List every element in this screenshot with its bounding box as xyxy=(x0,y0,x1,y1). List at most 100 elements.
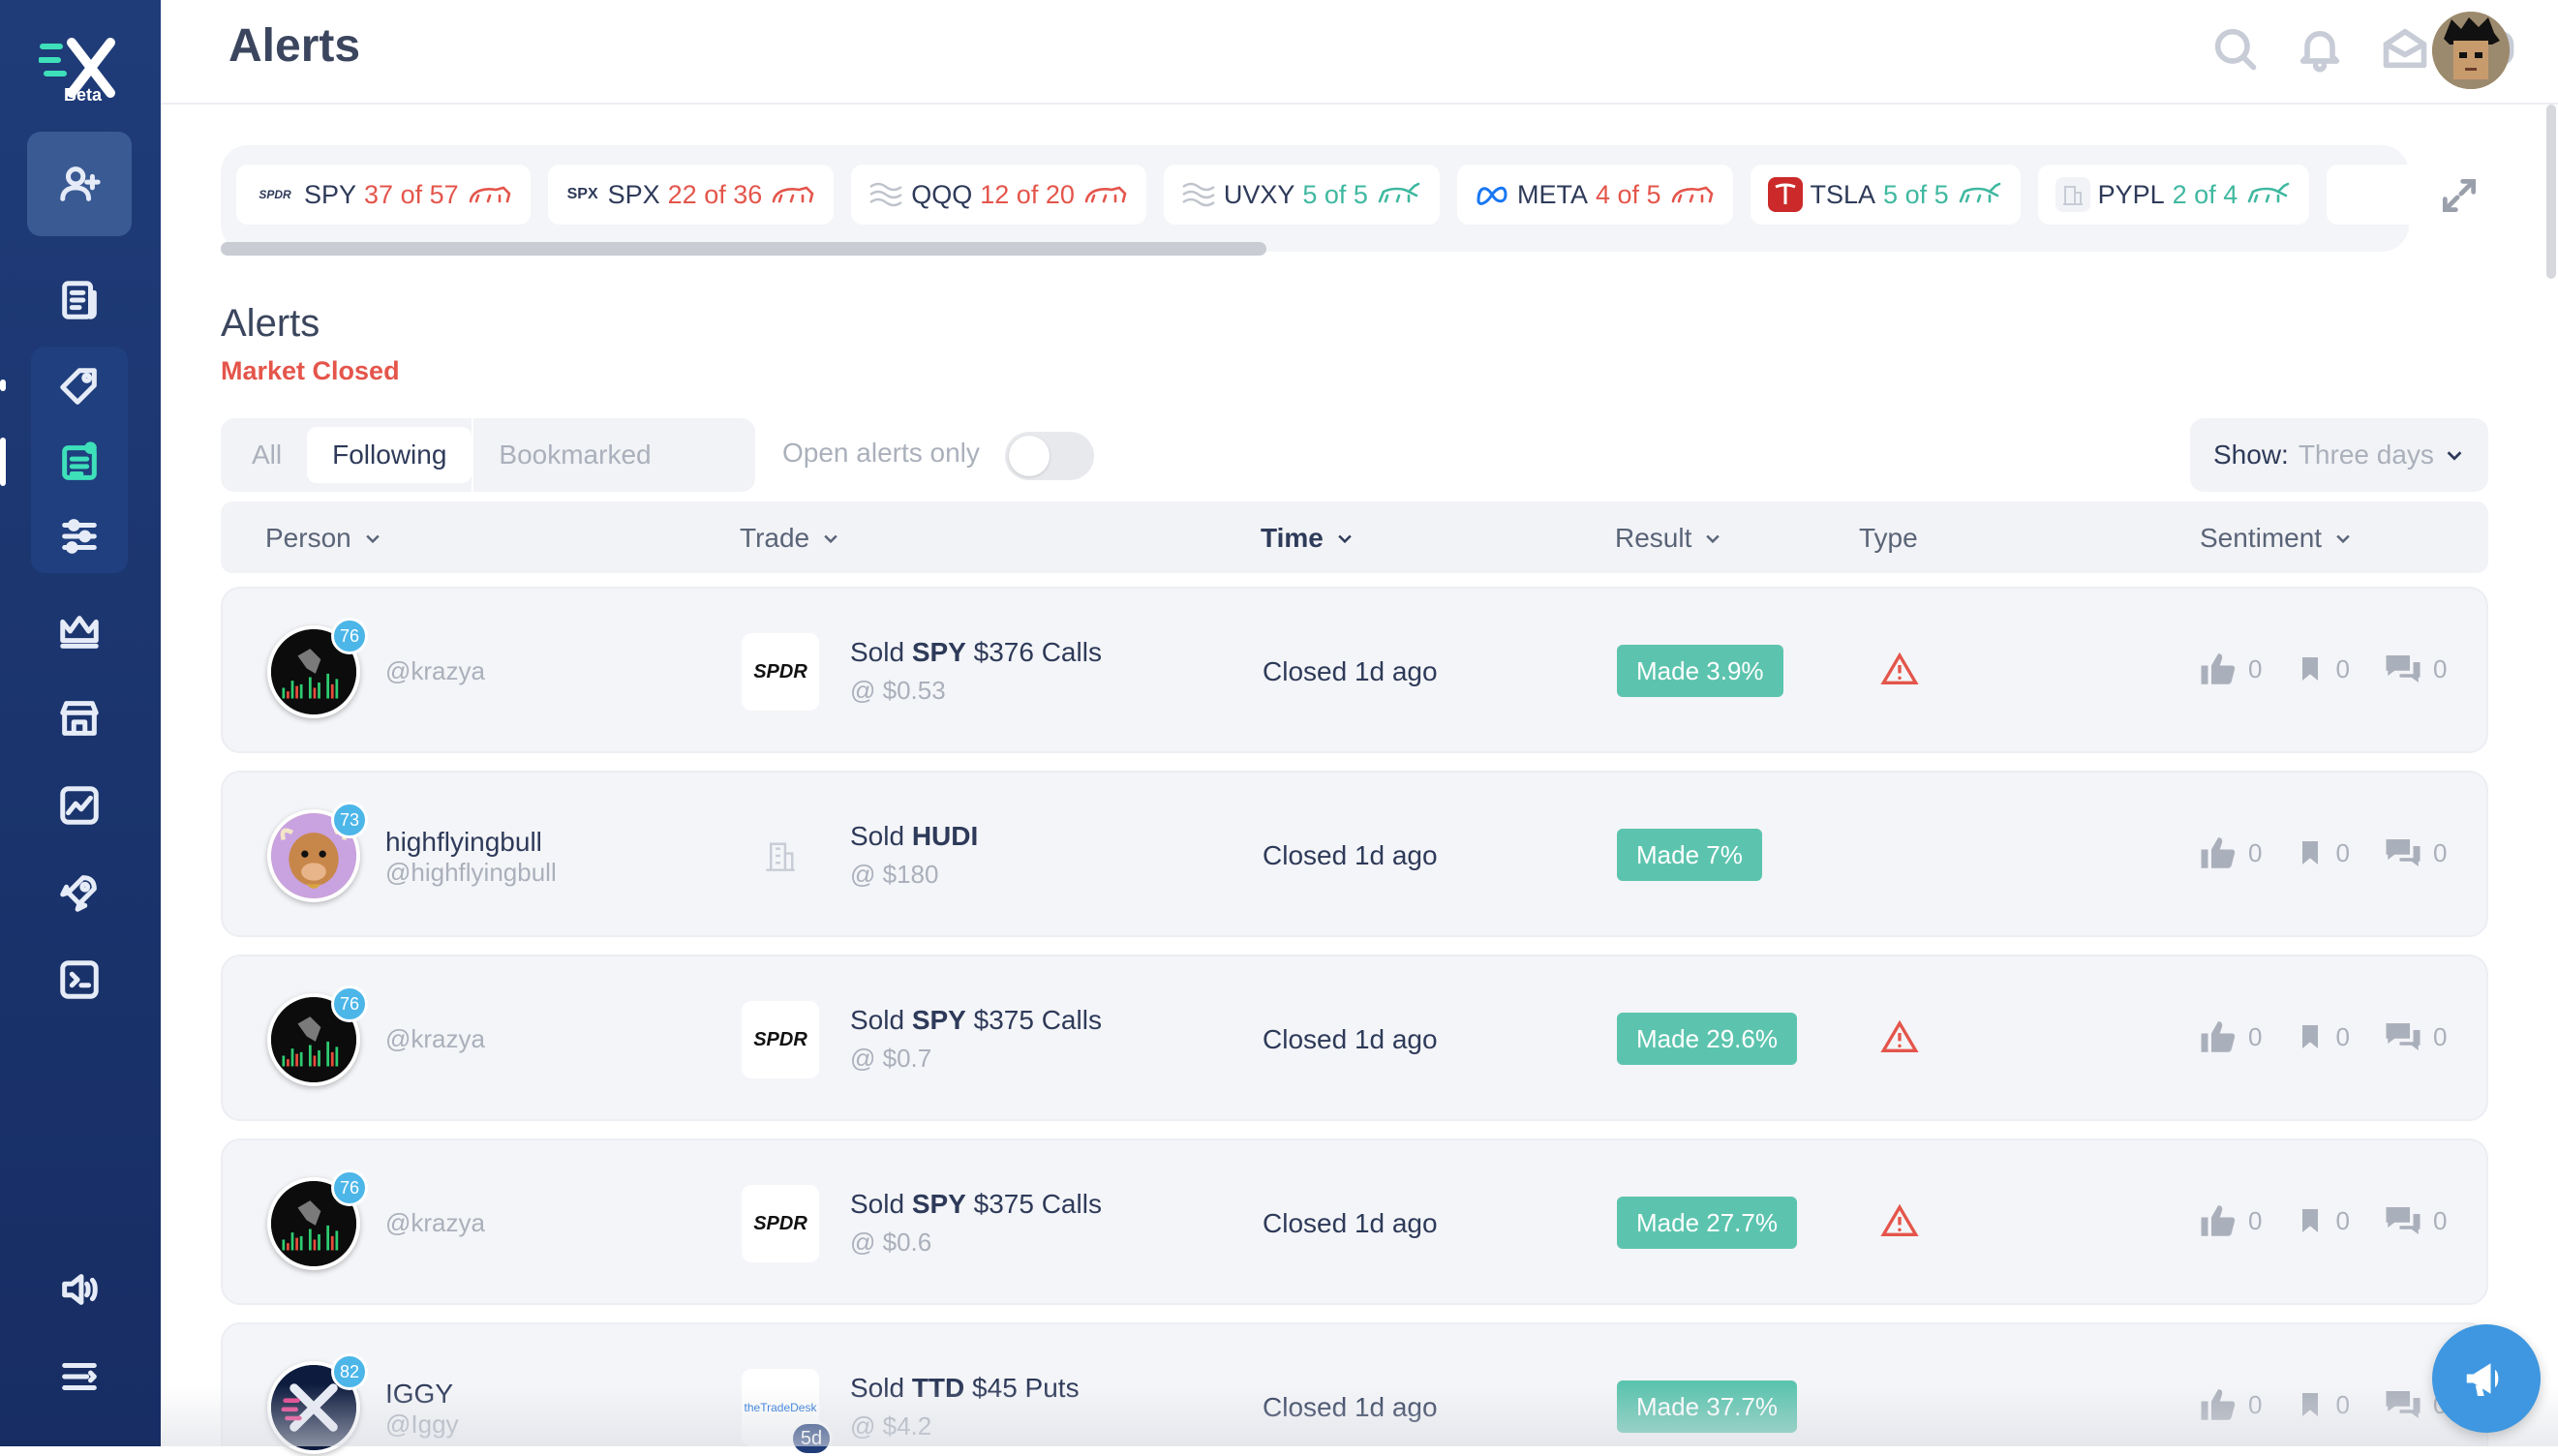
trade-symbol: TTD xyxy=(911,1373,965,1403)
ticker-count: 2 of 4 xyxy=(2172,179,2238,209)
chevron-down-icon xyxy=(2447,451,2462,461)
thumbs-up-icon[interactable] xyxy=(2198,1016,2238,1057)
table-row[interactable]: 82 IGGY @Iggy theTradeDesk 5d Sold TTD $… xyxy=(221,1322,2488,1456)
like-count: 0 xyxy=(2248,653,2263,683)
column-result[interactable]: Result xyxy=(1615,523,1722,554)
person-handle[interactable]: @highflyingbull xyxy=(385,858,557,888)
trade-description[interactable]: Sold SPY $375 Calls xyxy=(850,1189,1102,1220)
search-icon xyxy=(2214,28,2257,71)
thumbs-up-icon[interactable] xyxy=(2198,1384,2238,1425)
chart-line-icon xyxy=(60,786,99,825)
trade-description[interactable]: Sold SPY $375 Calls xyxy=(850,1005,1102,1036)
comments-icon[interactable] xyxy=(2383,1200,2423,1241)
thumbs-up-icon[interactable] xyxy=(2198,833,2238,873)
ticker-chip-meta[interactable]: META 4 of 5 xyxy=(1456,165,1733,225)
bookmark-icon[interactable] xyxy=(2295,833,2326,873)
like-count: 0 xyxy=(2248,1021,2263,1051)
bookmark-icon[interactable] xyxy=(2295,1384,2326,1425)
person-handle[interactable]: @krazya xyxy=(385,656,485,686)
score-badge: 76 xyxy=(331,986,368,1022)
table-row[interactable]: 76 @krazya SPDR Sold SPY $375 Calls @ $0… xyxy=(221,1138,2488,1305)
trade-price: @ $0.6 xyxy=(850,1228,932,1257)
chevron-down-icon xyxy=(366,534,380,544)
table-row[interactable]: 73 highflyingbull @highflyingbull Sold H… xyxy=(221,771,2488,937)
page-scrollbar[interactable] xyxy=(2546,105,2556,279)
ticker-count: 22 of 36 xyxy=(667,179,763,209)
notifications-button[interactable] xyxy=(2293,21,2347,76)
tab-all[interactable]: All xyxy=(227,427,307,483)
result-badge: Made 7% xyxy=(1617,829,1762,881)
trade-description[interactable]: Sold SPY $376 Calls xyxy=(850,637,1102,668)
trade-price: @ $0.53 xyxy=(850,676,946,705)
column-label: Trade xyxy=(740,523,810,553)
tab-following[interactable]: Following xyxy=(307,427,472,483)
comments-icon[interactable] xyxy=(2383,649,2423,689)
thumbs-up-icon[interactable] xyxy=(2198,1200,2238,1241)
column-trade[interactable]: Trade xyxy=(740,523,840,554)
comments-icon[interactable] xyxy=(2383,1016,2423,1057)
bookmark-icon[interactable] xyxy=(2295,1200,2326,1241)
ticker-chip-qqq[interactable]: QQQ 12 of 20 xyxy=(851,165,1146,225)
ticker-chip-tsla[interactable]: TSLA 5 of 5 xyxy=(1750,165,2021,225)
person-name[interactable]: IGGY xyxy=(385,1379,453,1410)
trade-contract: $45 Puts xyxy=(972,1373,1080,1403)
add-user-button[interactable] xyxy=(27,132,132,236)
tesla-logo-icon xyxy=(1767,177,1803,212)
comments-icon[interactable] xyxy=(2383,833,2423,873)
trade-action: Sold xyxy=(850,1373,905,1403)
score-badge: 82 xyxy=(331,1353,368,1390)
column-label: Type xyxy=(1859,523,1918,553)
table-row[interactable]: 76 @krazya SPDR Sold SPY $375 Calls @ $0… xyxy=(221,955,2488,1121)
meta-logo-icon xyxy=(1477,186,1507,205)
ticker-scrollbar[interactable] xyxy=(221,242,1266,256)
table-row[interactable]: 76 @krazya SPDR Sold SPY $376 Calls @ $0… xyxy=(221,587,2488,753)
user-avatar[interactable] xyxy=(2432,12,2510,89)
ticker-chip-uvxy[interactable]: UVXY 5 of 5 xyxy=(1163,165,1440,225)
spdr-logo-icon: SPDR xyxy=(259,188,291,201)
ticker-strip[interactable]: SPDR SPY 37 of 57 SPX SPX 22 of 36 QQQ 1… xyxy=(221,145,2409,252)
show-range-select[interactable]: Show: Three days xyxy=(2190,418,2488,492)
collapse-sidebar-button[interactable] xyxy=(27,1324,132,1429)
trade-contract: $375 Calls xyxy=(973,1189,1102,1219)
messages-button[interactable] xyxy=(2378,21,2432,76)
ticker-chip-spy[interactable]: SPDR SPY 37 of 57 xyxy=(236,165,531,225)
bookmark-count: 0 xyxy=(2335,1205,2350,1235)
trade-description[interactable]: Sold TTD $45 Puts xyxy=(850,1373,1080,1404)
thumbs-up-icon[interactable] xyxy=(2198,649,2238,689)
person-handle[interactable]: @krazya xyxy=(385,1208,485,1238)
column-sentiment[interactable]: Sentiment xyxy=(2200,523,2353,554)
sidebar-item-terminal[interactable] xyxy=(27,927,132,1032)
column-time[interactable]: Time xyxy=(1261,523,1355,554)
bookmark-icon[interactable] xyxy=(2295,649,2326,689)
bell-icon xyxy=(2299,31,2340,73)
open-alerts-toggle[interactable] xyxy=(1005,432,1094,480)
column-label: Result xyxy=(1615,523,1692,553)
column-type: Type xyxy=(1859,523,1918,554)
bull-icon xyxy=(2247,182,2290,203)
search-button[interactable] xyxy=(2208,21,2262,76)
expand-icon xyxy=(2442,178,2477,213)
bookmark-count: 0 xyxy=(2335,653,2350,683)
like-count: 0 xyxy=(2248,837,2263,867)
ticker-logo xyxy=(742,817,819,895)
comments-icon[interactable] xyxy=(2383,1384,2423,1425)
bookmark-icon[interactable] xyxy=(2295,1016,2326,1057)
person-name[interactable]: highflyingbull xyxy=(385,827,542,858)
terminal-icon xyxy=(60,960,99,999)
column-person[interactable]: Person xyxy=(265,523,382,554)
announcements-button[interactable] xyxy=(2432,1324,2541,1433)
ticker-chip-spx[interactable]: SPX SPX 22 of 36 xyxy=(547,165,835,225)
person-handle[interactable]: @Iggy xyxy=(385,1410,459,1440)
ticker-chip-pypl[interactable]: PYPL 2 of 4 xyxy=(2037,165,2310,225)
result-badge: Made 29.6% xyxy=(1617,1013,1797,1065)
qqq-wave-logo-icon xyxy=(869,182,902,207)
sidebar-item-filters[interactable] xyxy=(27,484,132,589)
ticker-chip-more[interactable] xyxy=(2327,165,2409,225)
expand-button[interactable] xyxy=(2438,174,2481,217)
trade-time: Closed 1d ago xyxy=(1263,656,1438,686)
store-icon xyxy=(60,701,99,736)
tab-bookmarked[interactable]: Bookmarked xyxy=(473,427,676,483)
trade-description[interactable]: Sold HUDI xyxy=(850,821,978,852)
column-label: Time xyxy=(1261,523,1324,553)
person-handle[interactable]: @krazya xyxy=(385,1024,485,1054)
